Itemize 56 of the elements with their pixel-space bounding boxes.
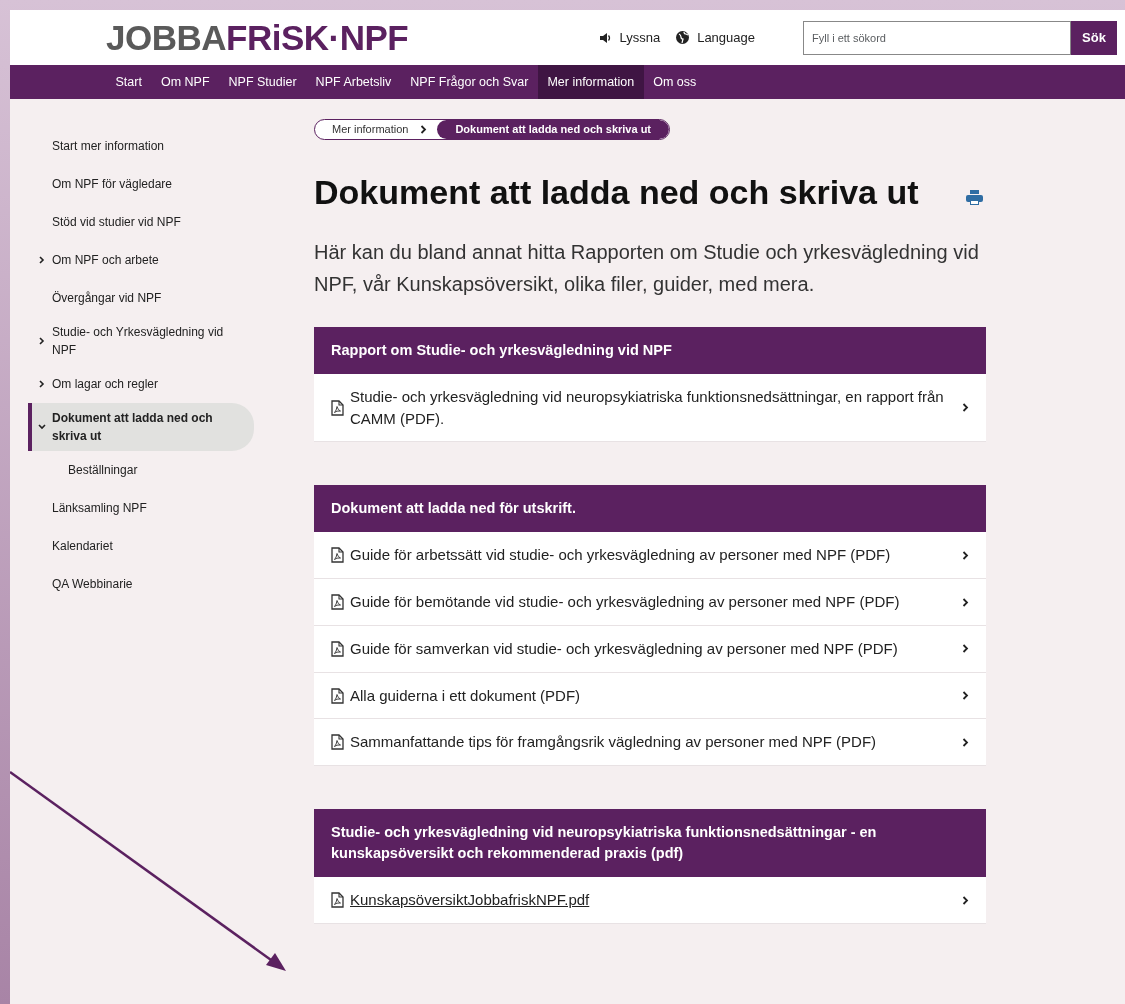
pdf-file-icon <box>331 594 344 611</box>
section-heading: Rapport om Studie- och yrkesvägledning vid NPF <box>314 326 986 374</box>
chevron-right-icon <box>962 895 969 905</box>
document-link[interactable]: Guide för bemötande vid studie- och yrkesvägledning av personer med NPF (PDF) <box>314 579 986 626</box>
page-title: Dokument att ladda ned och skriva ut <box>314 172 920 213</box>
speaker-icon <box>599 31 612 44</box>
sidebar-item[interactable]: Dokument att ladda ned och skriva ut <box>28 403 254 451</box>
sidebar-item[interactable]: Stöd vid studier vid NPF <box>28 203 254 241</box>
listen-link[interactable]: Lyssna <box>619 27 661 48</box>
pdf-file-icon <box>331 547 344 564</box>
breadcrumb-link[interactable]: Mer information <box>315 120 438 139</box>
language-link[interactable]: Language <box>697 27 755 48</box>
sidebar-item[interactable]: Beställningar <box>28 451 254 489</box>
nav-tab[interactable]: Mer information <box>537 65 644 99</box>
section-heading: Studie- och yrkesvägledning vid neuropsykiatriska funktionsnedsättningar - en kunskapsöversikt och rekommenderad praxis (pdf) <box>314 809 986 878</box>
section-heading: Dokument att ladda ned för utskrift. <box>314 485 986 533</box>
chevron-right-icon <box>962 737 969 747</box>
pdf-file-icon <box>331 734 344 751</box>
search-field[interactable]: Fyll i ett sökord <box>803 20 1071 55</box>
nav-tab[interactable]: NPF Arbetsliv <box>306 65 401 99</box>
intro-text: Här kan du bland annat hitta Rapporten om Studie och yrkesvägledning vid NPF, vår Kunskapsöversikt, olika filer, guider, med mera. <box>314 239 980 297</box>
logo[interactable]: JOBBAFRiSK·NPF <box>58 20 409 55</box>
pdf-file-icon <box>331 399 344 416</box>
pdf-file-icon <box>331 687 344 704</box>
sidebar-item[interactable]: Om lagar och regler <box>28 365 254 403</box>
chevron-right-icon <box>962 597 969 607</box>
breadcrumb-link[interactable]: Dokument att ladda ned och skriva ut <box>437 120 669 139</box>
chevron-right-icon <box>420 124 428 134</box>
globe-icon <box>676 31 690 44</box>
sidebar-item[interactable]: Om NPF för vägledare <box>28 165 254 203</box>
sidebar-item[interactable]: Studie- och Yrkesvägledning vid NPF <box>28 317 254 365</box>
sidebar-item[interactable]: Kalendariet <box>28 527 254 565</box>
search-button[interactable]: Sök <box>1071 20 1117 55</box>
document-link[interactable]: KunskapsöversiktJobbafriskNPF.pdf <box>314 877 986 924</box>
document-link[interactable]: Guide för samverkan vid studie- och yrkesvägledning av personer med NPF (PDF) <box>314 625 986 673</box>
sidebar-item[interactable]: QA Webbinarie <box>28 565 254 603</box>
nav-tab[interactable]: NPF Frågor och Svar <box>400 65 538 99</box>
nav-tab[interactable]: Om NPF <box>151 65 219 99</box>
document-link[interactable]: Guide för arbetssätt vid studie- och yrkesvägledning av personer med NPF (PDF) <box>314 532 986 580</box>
nav-tab[interactable]: NPF Studier <box>219 65 307 99</box>
chevron-right-icon <box>962 691 969 701</box>
document-link[interactable]: Alla guiderna i ett dokument (PDF) <box>314 672 986 720</box>
print-icon[interactable] <box>966 190 983 205</box>
sidebar-item[interactable]: Start mer information <box>28 127 254 165</box>
sidebar-item[interactable]: Om NPF och arbete <box>28 241 254 279</box>
pdf-file-icon <box>331 640 344 657</box>
chevron-right-icon <box>962 644 969 654</box>
nav-tab[interactable]: Start <box>106 65 152 99</box>
nav-tab[interactable]: Om oss <box>643 65 706 99</box>
sidebar-item[interactable]: Övergångar vid NPF <box>28 279 254 317</box>
document-link[interactable]: Studie- och yrkesvägledning vid neuropsykiatriska funktionsnedsättningar, en rapport från CAMM (PDF). <box>314 373 986 443</box>
pdf-file-icon <box>331 892 344 909</box>
document-link[interactable]: Sammanfattande tips för framgångsrik vägledning av personer med NPF (PDF) <box>314 719 986 767</box>
sidebar-item[interactable]: Länksamling NPF <box>28 489 254 527</box>
chevron-right-icon <box>962 550 969 560</box>
chevron-right-icon <box>962 403 969 413</box>
